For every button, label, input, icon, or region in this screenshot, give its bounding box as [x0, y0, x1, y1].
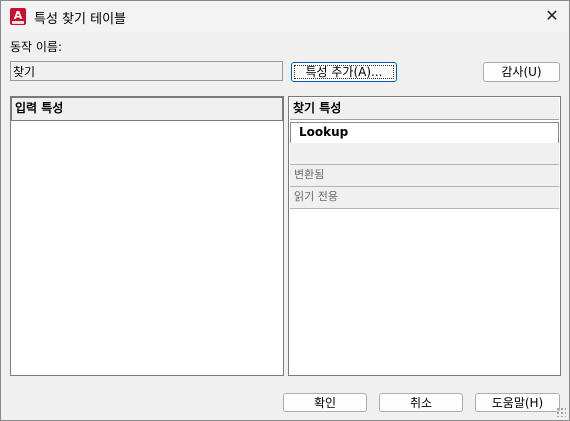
lookup-empty-row[interactable] — [290, 143, 559, 165]
action-name-label: 동작 이름: — [10, 40, 63, 54]
input-properties-panel[interactable]: 입력 특성 — [10, 96, 284, 376]
resize-grip-icon[interactable] — [556, 407, 566, 417]
cancel-button[interactable]: 취소 — [379, 393, 463, 412]
input-properties-header[interactable]: 입력 특성 — [11, 97, 283, 121]
property-lookup-table-dialog: A 특성 찾기 테이블 ✕ 동작 이름: 찾기 특성 추가(A)... 감사(U… — [0, 0, 570, 421]
window-title: 특성 찾기 테이블 — [34, 12, 126, 27]
ok-button[interactable]: 확인 — [283, 393, 367, 412]
title-bar: A 특성 찾기 테이블 ✕ — [1, 1, 569, 32]
audit-button[interactable]: 감사(U) — [483, 62, 560, 82]
lookup-properties-header[interactable]: 찾기 특성 — [290, 98, 559, 120]
read-only-row[interactable]: 읽기 전용 — [290, 187, 559, 209]
app-icon-band — [12, 21, 24, 24]
action-name-field[interactable]: 찾기 — [10, 61, 283, 81]
lookup-row[interactable]: Lookup — [290, 122, 559, 144]
converted-row[interactable]: 변환됨 — [290, 165, 559, 187]
autocad-app-icon: A — [10, 8, 26, 25]
close-icon[interactable]: ✕ — [539, 4, 565, 28]
help-button[interactable]: 도움말(H) — [475, 393, 560, 412]
add-property-button[interactable]: 특성 추가(A)... — [291, 62, 397, 82]
lookup-properties-panel[interactable]: 찾기 특성 Lookup 변환됨 읽기 전용 — [288, 96, 561, 376]
